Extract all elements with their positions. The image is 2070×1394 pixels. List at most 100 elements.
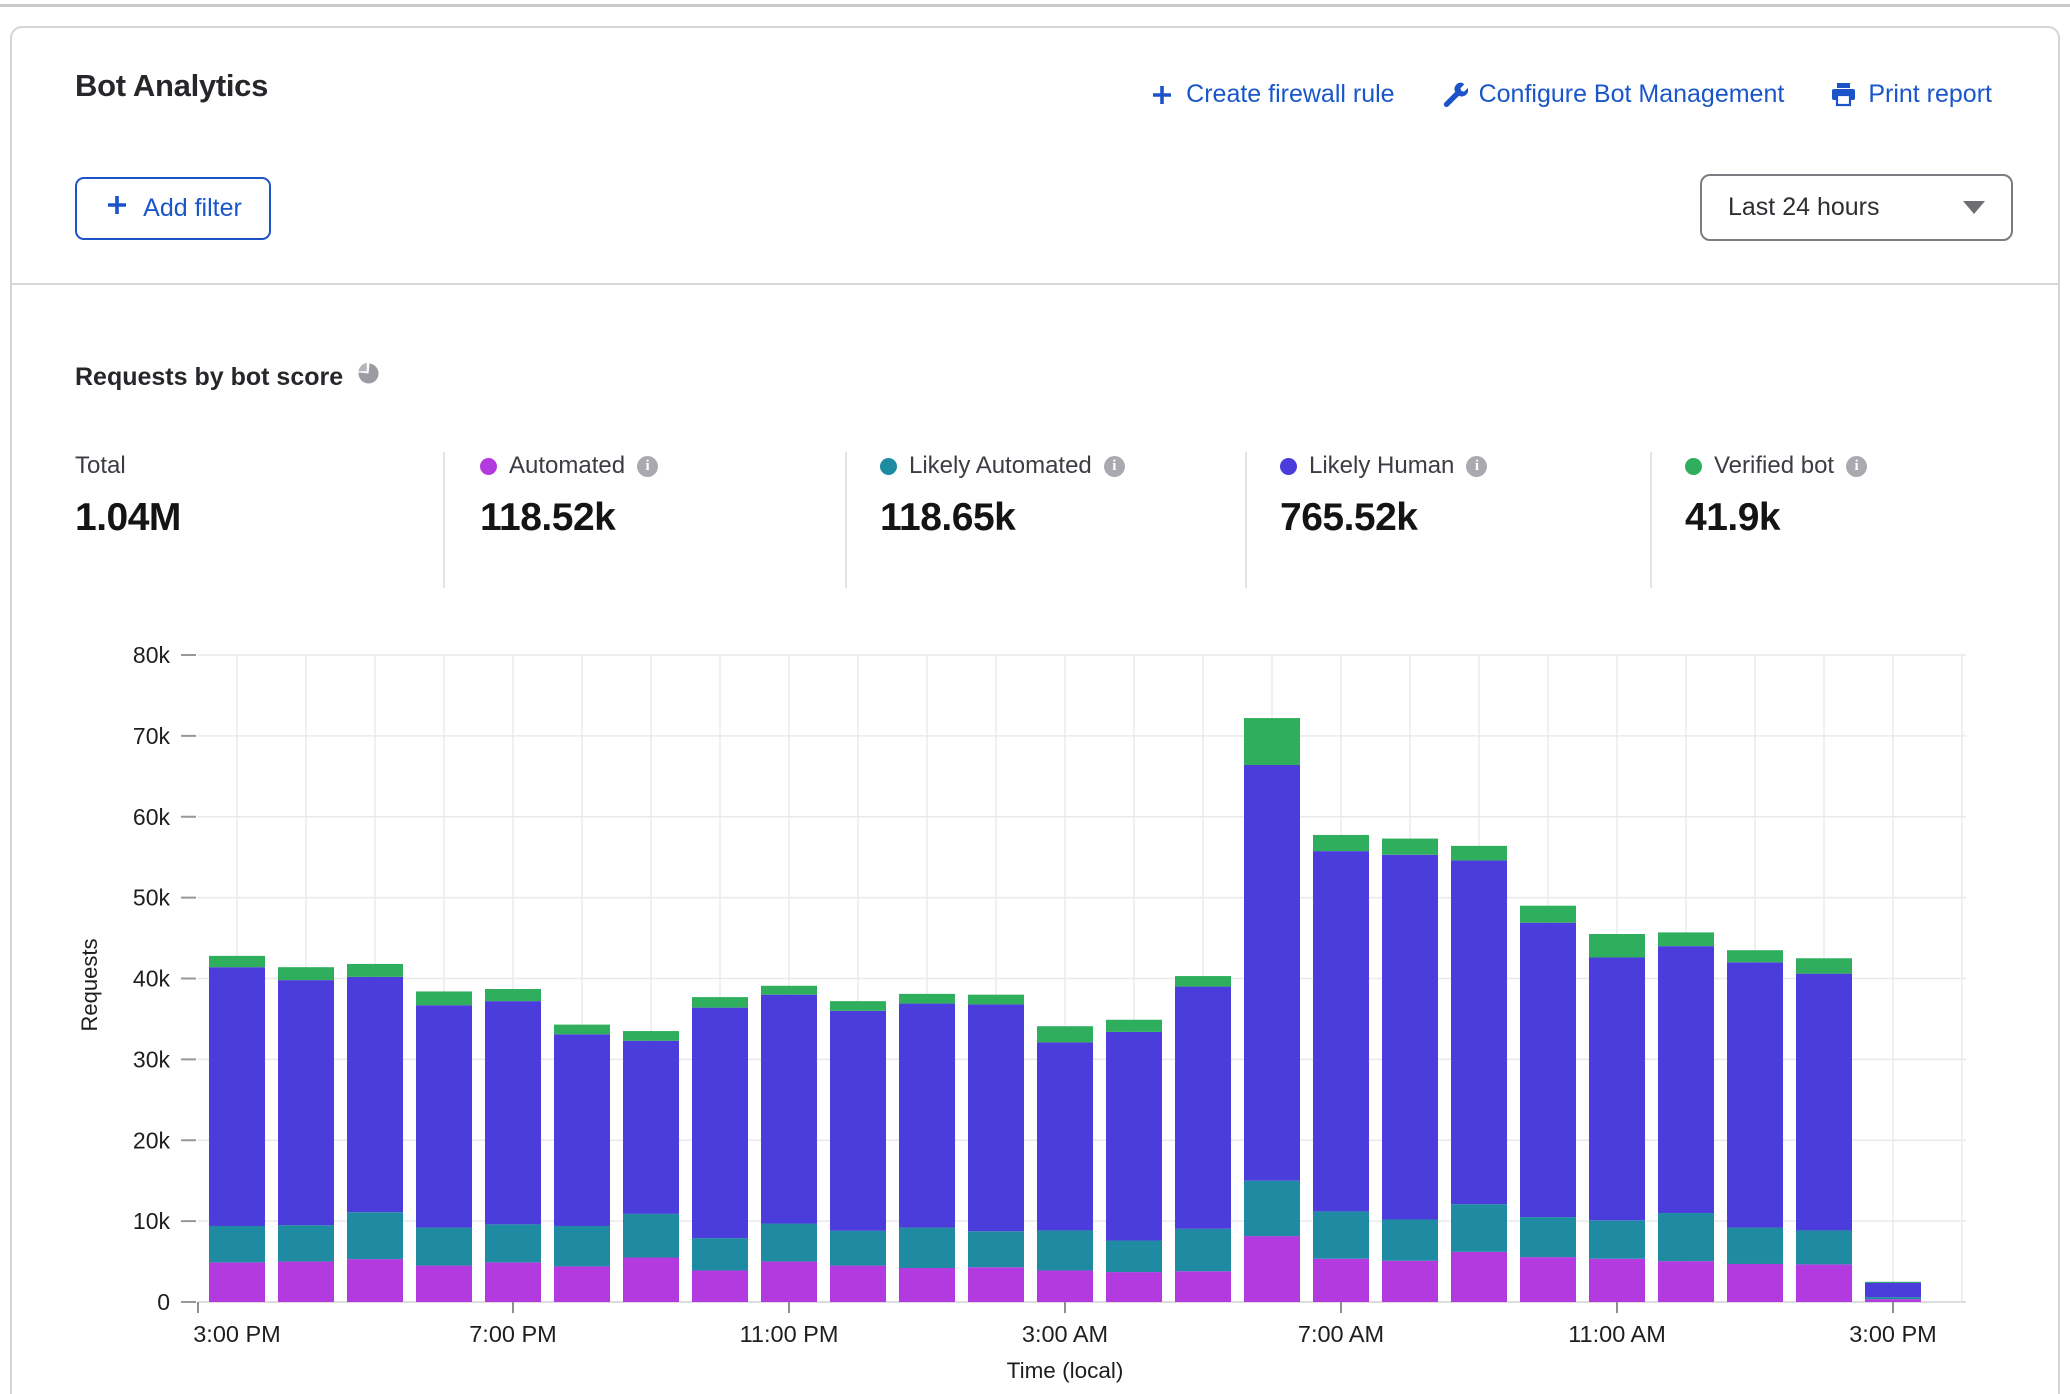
bar-segment-likely-human[interactable] <box>347 977 403 1212</box>
bar-segment-likely-automated[interactable] <box>1175 1229 1231 1271</box>
bar-segment-verified-bot[interactable] <box>1175 976 1231 987</box>
bar-segment-likely-automated[interactable] <box>347 1212 403 1259</box>
bar-segment-automated[interactable] <box>1796 1264 1852 1302</box>
bar-segment-likely-automated[interactable] <box>1451 1204 1507 1252</box>
bar-segment-verified-bot[interactable] <box>1037 1026 1093 1042</box>
bar-segment-automated[interactable] <box>554 1266 610 1302</box>
bar-segment-likely-automated[interactable] <box>1244 1181 1300 1236</box>
bar-segment-automated[interactable] <box>485 1262 541 1302</box>
bar-segment-likely-automated[interactable] <box>1313 1211 1369 1258</box>
bar-segment-verified-bot[interactable] <box>1589 934 1645 957</box>
bar-segment-verified-bot[interactable] <box>830 1001 886 1011</box>
bar-segment-automated[interactable] <box>761 1262 817 1302</box>
bar-segment-likely-automated[interactable] <box>554 1226 610 1266</box>
bar-segment-likely-human[interactable] <box>692 1008 748 1238</box>
bar-segment-likely-automated[interactable] <box>1796 1230 1852 1264</box>
info-icon[interactable]: i <box>1846 456 1867 477</box>
bar-segment-likely-human[interactable] <box>1727 962 1783 1227</box>
bar-segment-automated[interactable] <box>1106 1272 1162 1302</box>
bar-segment-verified-bot[interactable] <box>1313 835 1369 851</box>
bar-segment-likely-automated[interactable] <box>1658 1213 1714 1261</box>
configure-bot-management-link[interactable]: Configure Bot Management <box>1441 80 1785 109</box>
create-firewall-rule-link[interactable]: Create firewall rule <box>1149 80 1394 109</box>
bar-segment-likely-human[interactable] <box>830 1011 886 1231</box>
bar-segment-verified-bot[interactable] <box>347 964 403 977</box>
bar-segment-likely-automated[interactable] <box>692 1238 748 1270</box>
bar-segment-likely-automated[interactable] <box>1106 1241 1162 1273</box>
bar-segment-automated[interactable] <box>209 1262 265 1302</box>
bar-segment-verified-bot[interactable] <box>278 967 334 980</box>
bar-segment-likely-automated[interactable] <box>1727 1228 1783 1264</box>
bar-segment-automated[interactable] <box>1727 1264 1783 1302</box>
bar-segment-verified-bot[interactable] <box>1865 1282 1921 1283</box>
bar-segment-verified-bot[interactable] <box>1244 718 1300 765</box>
time-range-select[interactable]: Last 24 hours <box>1700 174 2013 241</box>
bar-segment-likely-automated[interactable] <box>485 1224 541 1262</box>
bar-segment-verified-bot[interactable] <box>1106 1020 1162 1032</box>
bar-segment-verified-bot[interactable] <box>623 1031 679 1041</box>
bar-segment-automated[interactable] <box>1451 1252 1507 1302</box>
info-icon[interactable]: i <box>637 456 658 477</box>
bar-segment-verified-bot[interactable] <box>1520 906 1576 923</box>
bar-segment-likely-automated[interactable] <box>623 1214 679 1258</box>
bar-segment-likely-human[interactable] <box>209 967 265 1226</box>
bar-segment-likely-human[interactable] <box>1451 860 1507 1204</box>
bar-segment-likely-human[interactable] <box>485 1001 541 1224</box>
info-icon[interactable]: i <box>1466 456 1487 477</box>
bar-segment-likely-automated[interactable] <box>1520 1217 1576 1257</box>
bar-segment-likely-automated[interactable] <box>761 1224 817 1262</box>
bar-segment-verified-bot[interactable] <box>416 991 472 1005</box>
bar-segment-likely-human[interactable] <box>278 980 334 1225</box>
bar-segment-likely-human[interactable] <box>1313 851 1369 1211</box>
bar-segment-likely-human[interactable] <box>416 1005 472 1227</box>
bar-segment-likely-human[interactable] <box>623 1041 679 1214</box>
bar-segment-likely-automated[interactable] <box>209 1226 265 1262</box>
bar-segment-likely-human[interactable] <box>1589 957 1645 1220</box>
bar-segment-likely-human[interactable] <box>899 1004 955 1228</box>
bar-segment-likely-automated[interactable] <box>1589 1220 1645 1258</box>
bar-segment-likely-human[interactable] <box>1382 855 1438 1220</box>
bar-segment-automated[interactable] <box>1382 1261 1438 1302</box>
bar-segment-automated[interactable] <box>278 1262 334 1302</box>
bar-segment-likely-human[interactable] <box>1520 923 1576 1217</box>
bar-segment-verified-bot[interactable] <box>968 995 1024 1005</box>
bar-segment-automated[interactable] <box>1520 1257 1576 1302</box>
bar-segment-automated[interactable] <box>1037 1270 1093 1302</box>
bar-segment-verified-bot[interactable] <box>1727 950 1783 962</box>
bar-segment-likely-automated[interactable] <box>416 1228 472 1266</box>
bar-segment-automated[interactable] <box>347 1259 403 1302</box>
bar-segment-verified-bot[interactable] <box>761 986 817 995</box>
bar-segment-verified-bot[interactable] <box>209 956 265 967</box>
bar-segment-automated[interactable] <box>623 1258 679 1302</box>
bar-segment-likely-human[interactable] <box>1175 987 1231 1229</box>
bar-segment-likely-automated[interactable] <box>1865 1297 1921 1299</box>
bar-segment-likely-human[interactable] <box>1796 974 1852 1231</box>
bar-segment-automated[interactable] <box>1175 1271 1231 1302</box>
bar-segment-automated[interactable] <box>830 1266 886 1302</box>
bar-segment-automated[interactable] <box>899 1268 955 1302</box>
bar-segment-verified-bot[interactable] <box>554 1025 610 1035</box>
info-icon[interactable]: i <box>1104 456 1125 477</box>
bar-segment-automated[interactable] <box>1865 1299 1921 1302</box>
print-report-link[interactable]: Print report <box>1830 80 1992 109</box>
bar-segment-verified-bot[interactable] <box>692 997 748 1008</box>
bar-segment-automated[interactable] <box>1244 1236 1300 1302</box>
bar-segment-automated[interactable] <box>416 1266 472 1302</box>
bar-segment-likely-automated[interactable] <box>830 1231 886 1266</box>
bar-segment-likely-human[interactable] <box>1865 1283 1921 1298</box>
bar-segment-verified-bot[interactable] <box>1451 846 1507 861</box>
bar-segment-likely-human[interactable] <box>1037 1042 1093 1230</box>
bar-segment-automated[interactable] <box>968 1267 1024 1302</box>
bar-segment-likely-human[interactable] <box>554 1034 610 1226</box>
bar-segment-likely-human[interactable] <box>761 995 817 1224</box>
bar-segment-likely-automated[interactable] <box>899 1228 955 1268</box>
bar-segment-likely-human[interactable] <box>1244 765 1300 1181</box>
bar-segment-verified-bot[interactable] <box>1382 839 1438 855</box>
bar-segment-verified-bot[interactable] <box>899 994 955 1004</box>
bar-segment-automated[interactable] <box>1589 1259 1645 1302</box>
bar-segment-likely-human[interactable] <box>1658 946 1714 1213</box>
add-filter-button[interactable]: Add filter <box>75 177 271 240</box>
bar-segment-likely-automated[interactable] <box>1382 1220 1438 1261</box>
bar-segment-automated[interactable] <box>1313 1259 1369 1302</box>
bar-segment-automated[interactable] <box>1658 1261 1714 1302</box>
